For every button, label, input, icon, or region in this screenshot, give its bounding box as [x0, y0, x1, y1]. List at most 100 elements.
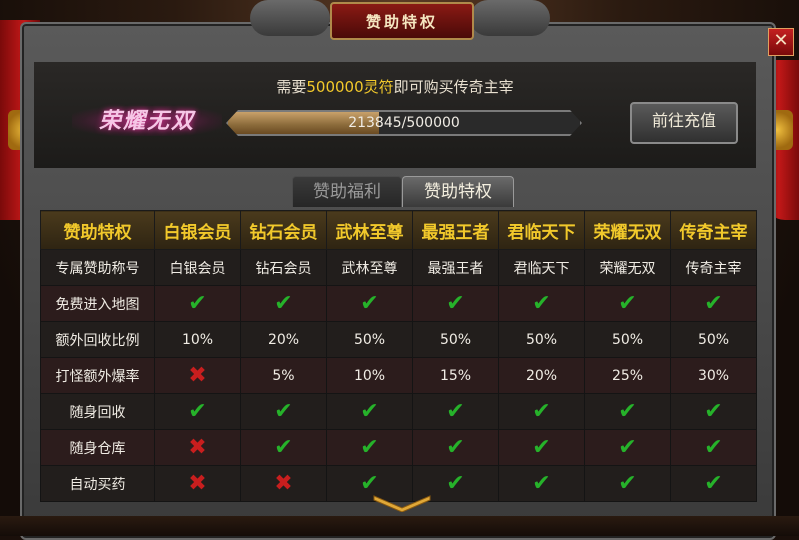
- table-cell: 20%: [498, 357, 585, 394]
- checkmark-icon: ✔: [532, 434, 551, 460]
- table-row: 额外回收比例 10% 20% 50% 50% 50% 50% 50%: [40, 321, 757, 358]
- table-cell: 50%: [498, 321, 585, 358]
- checkmark-icon: ✔: [704, 470, 723, 496]
- checkmark-icon: ✔: [532, 470, 551, 496]
- cross-icon: ✖: [188, 362, 207, 388]
- table-cell: ✖: [154, 429, 241, 466]
- table-cell: ✔: [154, 393, 241, 430]
- window-title: 赞助特权: [330, 2, 474, 40]
- table-cell: 25%: [584, 357, 671, 394]
- title-ornament-right: [470, 0, 550, 36]
- table-cell: 5%: [240, 357, 327, 394]
- checkmark-icon: ✔: [360, 398, 379, 424]
- table-cell: ✔: [670, 429, 757, 466]
- checkmark-icon: ✔: [360, 470, 379, 496]
- checkmark-icon: ✔: [704, 290, 723, 316]
- table-cell: ✔: [584, 429, 671, 466]
- checkmark-icon: ✔: [532, 398, 551, 424]
- checkmark-icon: ✔: [360, 434, 379, 460]
- chevron-down-icon[interactable]: [372, 494, 432, 512]
- title-ornament-left: [250, 0, 330, 36]
- go-recharge-button[interactable]: 前往充值: [630, 102, 738, 144]
- table-cell: ✔: [154, 285, 241, 322]
- checkmark-icon: ✔: [446, 434, 465, 460]
- table-cell: ✔: [670, 393, 757, 430]
- table-cell: ✔: [498, 393, 585, 430]
- table-cell: ✔: [584, 285, 671, 322]
- tab-sponsor-welfare[interactable]: 赞助福利: [292, 176, 402, 207]
- column-header: 最强王者: [412, 210, 499, 250]
- table-cell: 15%: [412, 357, 499, 394]
- table-cell: ✔: [498, 465, 585, 502]
- row-label: 额外回收比例: [40, 321, 155, 358]
- close-button[interactable]: ✕: [768, 28, 794, 56]
- bottom-scenery: [0, 516, 799, 536]
- column-header: 赞助特权: [40, 210, 155, 250]
- checkmark-icon: ✔: [532, 290, 551, 316]
- table-cell: ✔: [412, 393, 499, 430]
- table-cell: ✖: [240, 465, 327, 502]
- checkmark-icon: ✔: [446, 398, 465, 424]
- table-cell: 50%: [326, 321, 413, 358]
- checkmark-icon: ✔: [360, 290, 379, 316]
- requirement-amount: 500000灵符: [306, 78, 394, 96]
- recharge-progress-bar: 213845/500000: [226, 110, 582, 136]
- table-cell: 荣耀无双: [584, 249, 671, 286]
- table-cell: ✔: [240, 285, 327, 322]
- checkmark-icon: ✔: [704, 398, 723, 424]
- row-label: 随身回收: [40, 393, 155, 430]
- row-label: 打怪额外爆率: [40, 357, 155, 394]
- checkmark-icon: ✔: [188, 290, 207, 316]
- cross-icon: ✖: [274, 470, 293, 496]
- column-header: 君临天下: [498, 210, 585, 250]
- table-cell: 白银会员: [154, 249, 241, 286]
- table-cell: ✔: [240, 393, 327, 430]
- table-cell: ✔: [326, 393, 413, 430]
- requirement-prefix: 需要: [276, 78, 307, 96]
- tab-sponsor-privilege[interactable]: 赞助特权: [402, 176, 514, 207]
- table-cell: 30%: [670, 357, 757, 394]
- column-header: 武林至尊: [326, 210, 413, 250]
- checkmark-icon: ✔: [274, 434, 293, 460]
- column-header: 荣耀无双: [584, 210, 671, 250]
- column-header: 钻石会员: [240, 210, 327, 250]
- table-cell: ✔: [412, 429, 499, 466]
- table-cell: ✖: [154, 465, 241, 502]
- requirement-suffix: 即可购买传奇主宰: [393, 78, 514, 96]
- cross-icon: ✖: [188, 434, 207, 460]
- table-cell: 20%: [240, 321, 327, 358]
- privilege-table: 赞助特权 白银会员 钻石会员 武林至尊 最强王者 君临天下 荣耀无双 传奇主宰 …: [40, 210, 757, 502]
- row-label: 随身仓库: [40, 429, 155, 466]
- table-cell: ✔: [412, 285, 499, 322]
- table-cell: ✔: [584, 465, 671, 502]
- current-rank-title: 荣耀无双: [72, 106, 222, 136]
- checkmark-icon: ✔: [274, 290, 293, 316]
- table-row: 免费进入地图 ✔ ✔ ✔ ✔ ✔ ✔ ✔: [40, 285, 757, 322]
- column-header: 传奇主宰: [670, 210, 757, 250]
- checkmark-icon: ✔: [618, 470, 637, 496]
- table-row: 随身回收 ✔ ✔ ✔ ✔ ✔ ✔ ✔: [40, 393, 757, 430]
- table-cell: 10%: [154, 321, 241, 358]
- checkmark-icon: ✔: [618, 398, 637, 424]
- table-cell: 钻石会员: [240, 249, 327, 286]
- row-label: 自动买药: [40, 465, 155, 502]
- table-cell: 10%: [326, 357, 413, 394]
- header-area: 需要500000灵符即可购买传奇主宰 荣耀无双 213845/500000 前往…: [34, 62, 756, 168]
- checkmark-icon: ✔: [446, 470, 465, 496]
- table-cell: ✔: [670, 465, 757, 502]
- table-cell: ✔: [326, 285, 413, 322]
- table-cell: 50%: [412, 321, 499, 358]
- table-cell: 君临天下: [498, 249, 585, 286]
- row-label: 免费进入地图: [40, 285, 155, 322]
- table-cell: ✔: [670, 285, 757, 322]
- table-cell: ✔: [584, 393, 671, 430]
- purchase-requirement: 需要500000灵符即可购买传奇主宰: [34, 76, 756, 97]
- checkmark-icon: ✔: [188, 398, 207, 424]
- table-cell: ✖: [154, 357, 241, 394]
- table-row: 打怪额外爆率 ✖ 5% 10% 15% 20% 25% 30%: [40, 357, 757, 394]
- table-cell: 50%: [584, 321, 671, 358]
- row-label: 专属赞助称号: [40, 249, 155, 286]
- checkmark-icon: ✔: [446, 290, 465, 316]
- checkmark-icon: ✔: [618, 290, 637, 316]
- table-cell: ✔: [240, 429, 327, 466]
